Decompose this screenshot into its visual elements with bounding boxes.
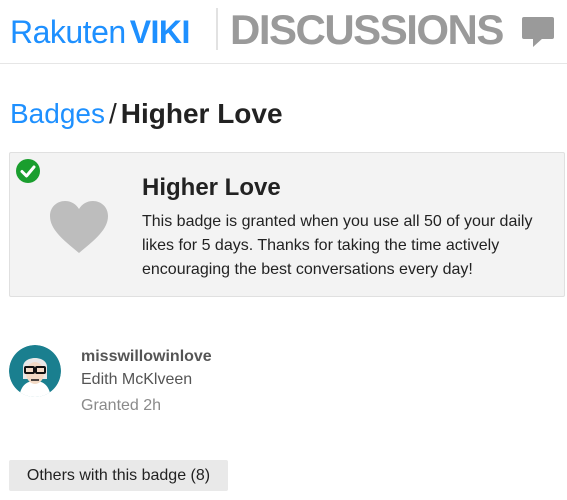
heart-icon <box>50 201 108 253</box>
logo-product: VIKI <box>129 14 191 50</box>
speech-bubble-icon <box>522 17 554 47</box>
header-divider <box>216 8 218 50</box>
badge-title: Higher Love <box>142 174 281 201</box>
discussions-title[interactable]: DISCUSSIONS <box>230 6 504 54</box>
site-header: Rakuten VIKI DISCUSSIONS <box>0 0 567 64</box>
username-link[interactable]: misswillowinlove <box>81 347 212 367</box>
badge-card: Higher Love This badge is granted when y… <box>9 152 565 297</box>
breadcrumb-badges-link[interactable]: Badges <box>10 98 105 129</box>
check-icon <box>16 159 40 183</box>
others-with-badge-button[interactable]: Others with this badge (8) <box>9 460 228 491</box>
granted-user: misswillowinlove Edith McKlveen Granted … <box>9 345 549 425</box>
breadcrumb: Badges / Higher Love <box>10 96 283 132</box>
avatar-icon[interactable] <box>9 345 61 397</box>
badge-description: This badge is granted when you use all 5… <box>142 213 533 278</box>
page-title: Higher Love <box>120 98 283 129</box>
rakuten-viki-logo[interactable]: Rakuten VIKI <box>10 10 190 54</box>
breadcrumb-separator: / <box>108 98 117 129</box>
logo-brand: Rakuten <box>10 14 126 50</box>
granted-time[interactable]: Granted 2h <box>81 396 161 416</box>
user-full-name: Edith McKlveen <box>81 371 193 388</box>
